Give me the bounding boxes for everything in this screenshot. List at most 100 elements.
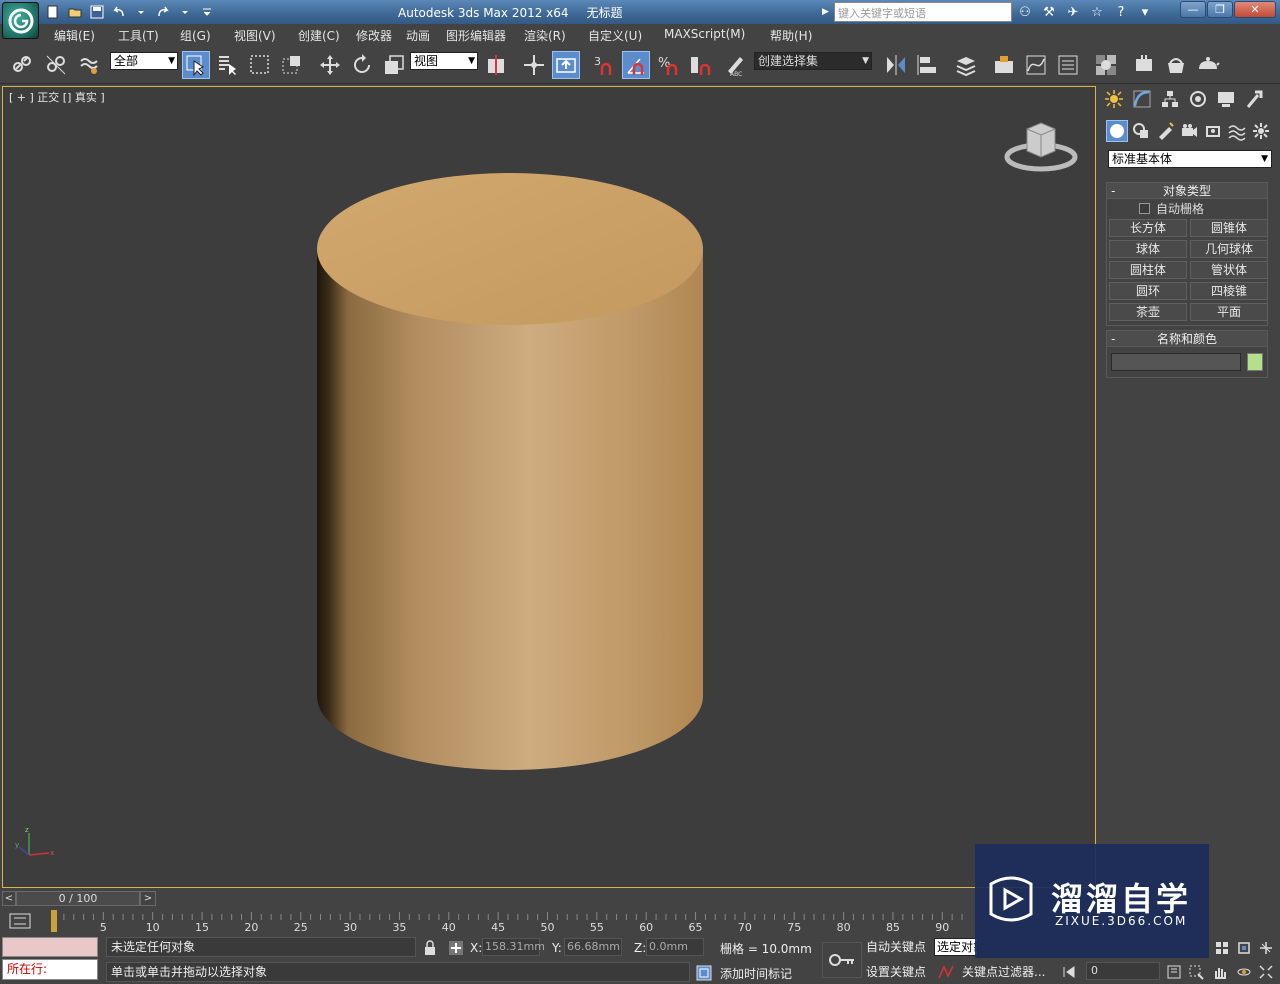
mirror-icon[interactable] — [882, 51, 910, 79]
menu-create[interactable]: 创建(C) — [298, 27, 340, 44]
maxscript-listener-input[interactable] — [2, 937, 98, 957]
help-icon[interactable]: ? — [1112, 3, 1130, 21]
absolute-mode-icon[interactable] — [446, 938, 466, 958]
bind-to-space-warp-icon[interactable] — [76, 51, 104, 79]
keyboard-shortcut-override-icon[interactable] — [552, 51, 580, 79]
key-selection-dropdown[interactable]: 选定对象 — [934, 938, 978, 956]
box-button[interactable]: 长方体 — [1109, 219, 1187, 237]
search-input[interactable]: 键入关键字或短语 — [834, 2, 1012, 22]
current-frame-marker[interactable] — [51, 910, 57, 932]
pivot-center-icon[interactable] — [482, 51, 510, 79]
time-tag-icon[interactable] — [694, 963, 714, 983]
hierarchy-tab-icon[interactable] — [1158, 88, 1182, 110]
y-coord-field[interactable]: 66.68mm — [564, 938, 622, 956]
select-and-scale-icon[interactable] — [380, 51, 408, 79]
timeline-ruler[interactable]: 051015202530354045505560657075808590 — [52, 908, 974, 934]
time-slider-thumb[interactable]: 0 / 100 — [16, 891, 140, 906]
pyramid-button[interactable]: 四棱锥 — [1190, 282, 1268, 300]
torus-button[interactable]: 圆环 — [1109, 282, 1187, 300]
menu-customize[interactable]: 自定义(U) — [588, 27, 642, 44]
maxscript-output[interactable]: 所在行: — [2, 959, 98, 980]
x-coord-field[interactable]: 158.31mm — [482, 938, 545, 956]
close-button[interactable]: ✕ — [1234, 1, 1276, 18]
add-time-tag[interactable]: 添加时间标记 — [720, 965, 792, 982]
redo-dropdown-icon[interactable] — [176, 3, 194, 21]
zoom-region-icon[interactable] — [1186, 962, 1206, 982]
motion-tab-icon[interactable] — [1186, 88, 1210, 110]
reference-coord-dropdown[interactable]: 视图 ▼ — [410, 52, 478, 70]
help-dropdown-icon[interactable]: ▾ — [1136, 3, 1154, 21]
schematic-view-icon[interactable] — [1054, 51, 1082, 79]
auto-key-button[interactable]: 自动关键点 — [866, 938, 926, 955]
object-type-rollout-header[interactable]: - 对象类型 — [1107, 183, 1267, 199]
selection-filter-dropdown[interactable]: 全部 ▼ — [110, 52, 178, 70]
current-frame-field[interactable]: 0 — [1086, 962, 1160, 980]
object-color-swatch[interactable] — [1247, 353, 1263, 371]
curve-editor-icon[interactable] — [1022, 51, 1050, 79]
selection-lock-icon[interactable] — [420, 938, 440, 958]
helpers-icon[interactable] — [1202, 120, 1224, 142]
pan-view-icon[interactable] — [1210, 962, 1230, 982]
space-warps-icon[interactable] — [1226, 120, 1248, 142]
menu-tools[interactable]: 工具(T) — [118, 27, 159, 44]
restore-button[interactable]: ❐ — [1207, 1, 1233, 18]
app-logo-icon[interactable] — [2, 2, 39, 39]
time-config-icon[interactable] — [1164, 962, 1184, 982]
sphere-button[interactable]: 球体 — [1109, 240, 1187, 258]
object-name-input[interactable] — [1111, 353, 1242, 371]
select-and-move-icon[interactable] — [316, 51, 344, 79]
prev-frame-arrow-icon[interactable]: < — [2, 891, 16, 906]
modify-tab-icon[interactable] — [1130, 88, 1154, 110]
menu-edit[interactable]: 编辑(E) — [54, 27, 95, 44]
named-selection-dropdown[interactable]: 创建选择集 ▼ — [754, 52, 872, 70]
key-filters-button[interactable]: 关键点过滤器... — [962, 963, 1045, 980]
minimize-button[interactable]: — — [1180, 1, 1206, 18]
select-object-icon[interactable] — [182, 51, 210, 79]
align-icon[interactable] — [914, 51, 942, 79]
save-file-icon[interactable] — [88, 3, 106, 21]
binoculars-icon[interactable]: ⚇ — [1016, 3, 1034, 21]
menu-help[interactable]: 帮助(H) — [770, 27, 812, 44]
key-mode-toggle-icon[interactable] — [1060, 962, 1080, 982]
cylinder-object[interactable] — [3, 87, 1095, 887]
menu-group[interactable]: 组(G) — [180, 27, 211, 44]
render-production-icon[interactable] — [1194, 51, 1222, 79]
systems-icon[interactable] — [1250, 120, 1272, 142]
menu-rendering[interactable]: 渲染(R) — [524, 27, 566, 44]
graphite-modeling-icon[interactable] — [990, 51, 1018, 79]
communication-center-icon[interactable]: ⚒ — [1040, 3, 1058, 21]
field-of-view-icon[interactable] — [1256, 938, 1276, 958]
undo-dropdown-icon[interactable] — [132, 3, 150, 21]
next-frame-arrow-icon[interactable]: > — [140, 891, 156, 906]
spinner-snap-icon[interactable] — [686, 51, 714, 79]
rectangular-selection-icon[interactable] — [246, 51, 274, 79]
key-mode-curve-icon[interactable] — [936, 962, 956, 982]
snaps-toggle-icon[interactable]: 3 — [590, 51, 618, 79]
unlink-selection-icon[interactable] — [42, 51, 70, 79]
select-by-name-icon[interactable] — [214, 51, 242, 79]
edit-named-selection-icon[interactable]: ABC — [722, 51, 750, 79]
display-tab-icon[interactable] — [1214, 88, 1238, 110]
redo-icon[interactable] — [154, 3, 172, 21]
geometry-icon[interactable] — [1106, 120, 1128, 142]
zoom-extents-all-icon[interactable] — [1212, 938, 1232, 958]
menu-modifiers[interactable]: 修改器 — [356, 27, 392, 44]
angle-snap-icon[interactable] — [622, 51, 650, 79]
manipulate-icon[interactable] — [520, 51, 548, 79]
primitive-category-dropdown[interactable]: 标准基本体 ▼ — [1108, 150, 1272, 168]
menu-animation[interactable]: 动画 — [406, 27, 430, 44]
render-setup-icon[interactable] — [1130, 51, 1158, 79]
cylinder-button[interactable]: 圆柱体 — [1109, 261, 1187, 279]
layer-manager-icon[interactable] — [952, 51, 980, 79]
window-crossing-icon[interactable] — [278, 51, 306, 79]
select-and-link-icon[interactable] — [8, 51, 36, 79]
track-bar-toggle-icon[interactable] — [8, 912, 32, 930]
rendered-frame-window-icon[interactable] — [1162, 51, 1190, 79]
teapot-button[interactable]: 茶壶 — [1109, 303, 1187, 321]
maximize-viewport-icon[interactable] — [1256, 962, 1276, 982]
zoom-extents-icon[interactable] — [1234, 938, 1254, 958]
utilities-tab-icon[interactable] — [1242, 88, 1266, 110]
z-coord-field[interactable]: 0.0mm — [646, 938, 704, 956]
perspective-viewport[interactable]: [ + ] 正交 [] 真实 ] z x y — [2, 86, 1096, 888]
menu-maxscript[interactable]: MAXScript(M) — [664, 27, 745, 41]
